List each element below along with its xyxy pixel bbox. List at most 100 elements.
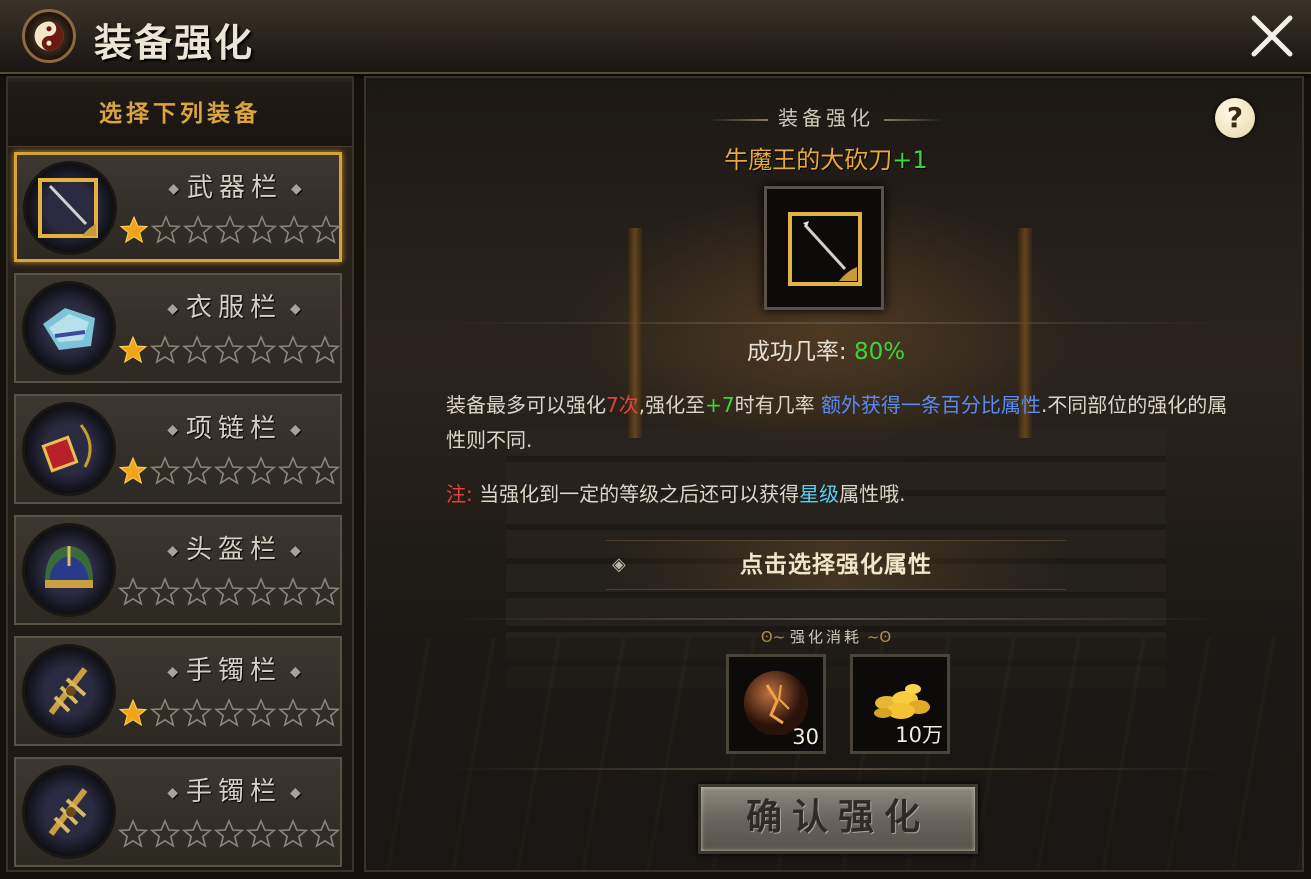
- cost-quantity: 10万: [895, 723, 943, 747]
- star-rating: [118, 697, 342, 730]
- cost-item-gold[interactable]: 10万: [850, 654, 950, 754]
- helmet-icon: [22, 523, 116, 617]
- star-empty-icon: [149, 818, 182, 851]
- equipment-slot-label: ◆ 手镯栏 ◆: [167, 777, 301, 807]
- star-empty-icon: [182, 214, 215, 247]
- star-empty-icon: [214, 214, 247, 247]
- star-rating: [118, 455, 342, 488]
- diamond-icon: ◆: [167, 421, 178, 438]
- star-empty-icon: [245, 818, 278, 851]
- star-empty-icon: [149, 455, 182, 488]
- star-empty-icon: [245, 334, 278, 367]
- selected-item-slot[interactable]: [764, 186, 884, 310]
- star-empty-icon: [150, 214, 183, 247]
- diamond-icon: ◆: [168, 180, 179, 197]
- diamond-icon: ◆: [290, 542, 301, 559]
- necklace-icon: [22, 402, 116, 496]
- enhance-description: 装备最多可以强化7次,强化至+7时有几率 额外获得一条百分比属性.不同部位的强化…: [446, 393, 1228, 452]
- bracelet-icon: [22, 644, 116, 738]
- diamond-icon: ◈: [612, 554, 627, 575]
- item-name: 牛魔王的大砍刀+1: [724, 146, 928, 174]
- window-title: 装备强化: [94, 21, 255, 65]
- cost-quantity: 30: [792, 725, 819, 749]
- success-rate-value: 80%: [853, 339, 906, 365]
- cost-title: ʘ~ 强化消耗 ~ʘ: [760, 628, 892, 646]
- equipment-slot-label: ◆ 手镯栏 ◆: [167, 656, 301, 686]
- equipment-slot[interactable]: ◆ 项链栏 ◆: [14, 394, 342, 504]
- star-empty-icon: [149, 334, 182, 367]
- close-button[interactable]: [1246, 10, 1298, 62]
- equipment-list-panel: 选择下列装备 ◆ 武器栏 ◆ ◆ 衣服栏 ◆ ◆ 项链栏 ◆ ◆ 头盔栏 ◆ ◆ 手镯栏 ◆ ◆ 手镯栏 ◆: [6, 76, 354, 872]
- star-empty-icon: [181, 576, 214, 609]
- diamond-icon: ◆: [167, 542, 178, 559]
- star-empty-icon: [310, 214, 343, 247]
- title-bar: 装备强化: [0, 0, 1311, 74]
- star-rating: [119, 214, 343, 247]
- equipment-slot-label: ◆ 头盔栏 ◆: [167, 535, 301, 565]
- taiji-emblem-icon: [22, 9, 76, 63]
- star-empty-icon: [213, 576, 246, 609]
- section-title: 装备强化: [676, 102, 976, 131]
- help-button[interactable]: ?: [1215, 98, 1255, 138]
- divider: [446, 322, 1226, 324]
- equipment-slot[interactable]: ◆ 手镯栏 ◆: [14, 757, 342, 867]
- equipment-slot-label: ◆ 项链栏 ◆: [167, 414, 301, 444]
- equipment-slot[interactable]: ◆ 衣服栏 ◆: [14, 273, 342, 383]
- diamond-icon: ◆: [290, 300, 301, 317]
- bracelet-icon: [22, 765, 116, 859]
- star-rating: [118, 334, 342, 367]
- star-rating: [117, 818, 342, 851]
- diamond-icon: ◆: [290, 421, 301, 438]
- star-empty-icon: [245, 697, 278, 730]
- star-empty-icon: [277, 455, 310, 488]
- star-empty-icon: [277, 576, 310, 609]
- star-filled-icon: [118, 335, 150, 367]
- star-empty-icon: [277, 334, 310, 367]
- star-empty-icon: [213, 334, 246, 367]
- star-empty-icon: [149, 576, 182, 609]
- divider: [446, 768, 1226, 770]
- star-empty-icon: [213, 818, 246, 851]
- diamond-icon: ◆: [291, 180, 302, 197]
- star-empty-icon: [181, 818, 214, 851]
- star-empty-icon: [277, 697, 310, 730]
- close-icon: [1251, 15, 1293, 57]
- star-empty-icon: [181, 697, 214, 730]
- star-empty-icon: [181, 455, 214, 488]
- diamond-icon: ◆: [290, 784, 301, 801]
- sword-icon: [23, 161, 117, 255]
- star-filled-icon: [118, 698, 150, 730]
- diamond-icon: ◆: [167, 663, 178, 680]
- star-empty-icon: [309, 455, 342, 488]
- equipment-slot[interactable]: ◆ 武器栏 ◆: [14, 152, 342, 262]
- star-empty-icon: [309, 334, 342, 367]
- cost-item-stone[interactable]: 30: [726, 654, 826, 754]
- star-empty-icon: [309, 697, 342, 730]
- equipment-slot[interactable]: ◆ 手镯栏 ◆: [14, 636, 342, 746]
- equipment-list-header: 选择下列装备: [8, 82, 352, 147]
- star-empty-icon: [277, 818, 310, 851]
- star-empty-icon: [245, 576, 278, 609]
- star-empty-icon: [246, 214, 279, 247]
- star-empty-icon: [309, 576, 342, 609]
- star-empty-icon: [117, 818, 150, 851]
- diamond-icon: ◆: [167, 784, 178, 801]
- equipment-slot-label: ◆ 衣服栏 ◆: [167, 293, 301, 323]
- star-empty-icon: [213, 697, 246, 730]
- star-filled-icon: [118, 456, 150, 488]
- enhance-note: 注: 当强化到一定的等级之后还可以获得星级属性哦.: [446, 482, 906, 506]
- diamond-icon: ◆: [290, 663, 301, 680]
- success-rate: 成功几率: 80%: [746, 339, 906, 365]
- star-empty-icon: [117, 576, 150, 609]
- star-filled-icon: [119, 215, 151, 247]
- equipment-slot[interactable]: ◆ 头盔栏 ◆: [14, 515, 342, 625]
- armor-icon: [22, 281, 116, 375]
- star-empty-icon: [149, 697, 182, 730]
- star-rating: [117, 576, 342, 609]
- star-empty-icon: [278, 214, 311, 247]
- diamond-icon: ◆: [167, 300, 178, 317]
- select-attribute-button[interactable]: ◈ 点击选择强化属性: [606, 540, 1066, 590]
- star-empty-icon: [181, 334, 214, 367]
- enhance-panel: 装备强化 ? 牛魔王的大砍刀+1 成功几率: 80% 装备最多可以强化7次,强化…: [364, 76, 1304, 872]
- confirm-enhance-button[interactable]: 确认强化: [698, 784, 978, 854]
